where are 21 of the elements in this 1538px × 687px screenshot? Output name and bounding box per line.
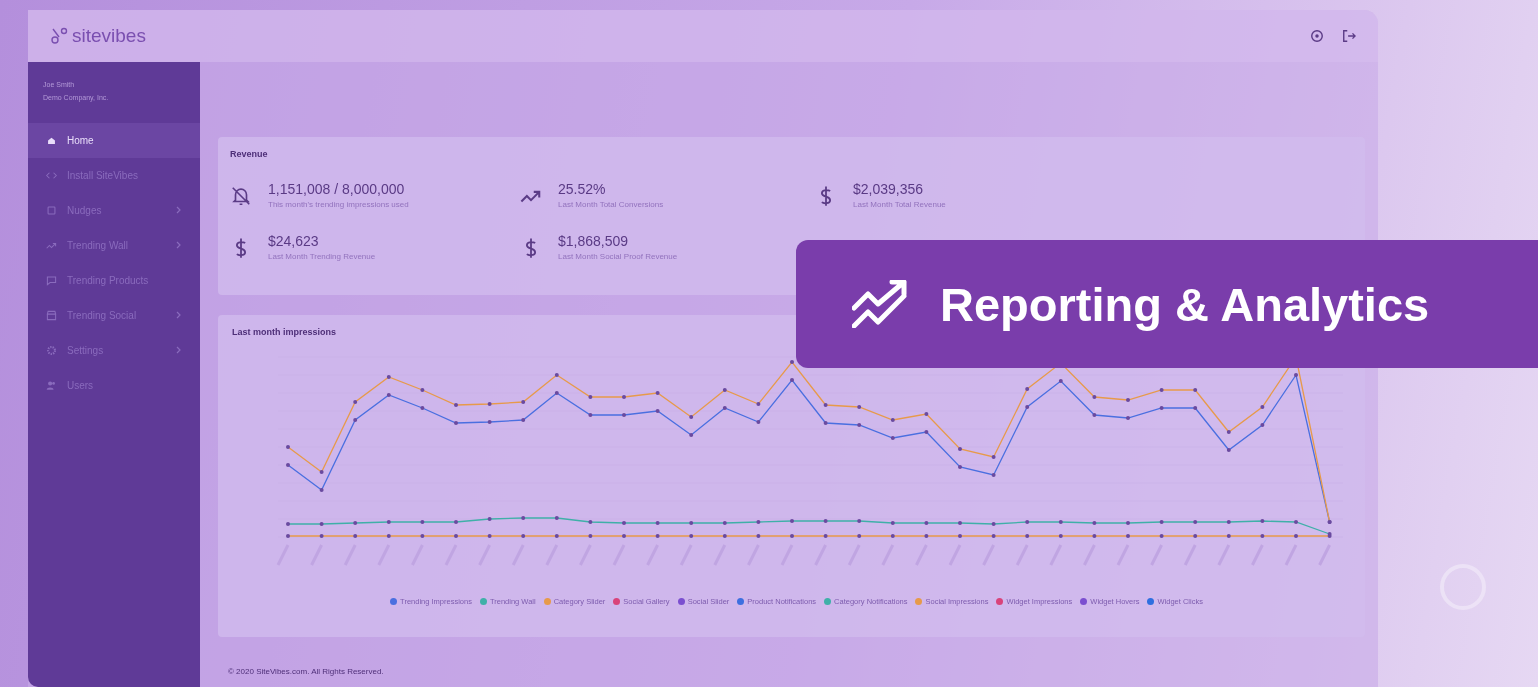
stat-value: 25.52% (558, 181, 607, 197)
message-icon (46, 274, 57, 286)
card-title: Last month impressions (232, 327, 338, 337)
footer-text: © 2020 SiteVibes.com. All Rights Reserved. (227, 666, 385, 676)
help-icon[interactable] (1310, 29, 1324, 43)
settings-icon (46, 344, 57, 356)
logo-icon (50, 26, 70, 46)
logout-icon[interactable] (1342, 29, 1356, 43)
trend-chart-icon (852, 280, 908, 328)
sidebar-item[interactable]: Home (28, 122, 200, 158)
banner-title: Reporting & Analytics (940, 276, 1430, 332)
store-icon (46, 309, 57, 321)
stat-value: 1,151,008 / 8,000,000 (268, 181, 406, 197)
stat-value: $24,623 (268, 233, 320, 249)
card-title: Revenue (230, 149, 269, 159)
users-icon (46, 379, 57, 391)
bell-off-icon (230, 185, 252, 207)
square-icon (46, 204, 57, 216)
stat-value: $2,039,356 (853, 181, 925, 197)
logo-text: sitevibes (72, 25, 146, 47)
stat-value: $1,868,509 (558, 233, 630, 249)
